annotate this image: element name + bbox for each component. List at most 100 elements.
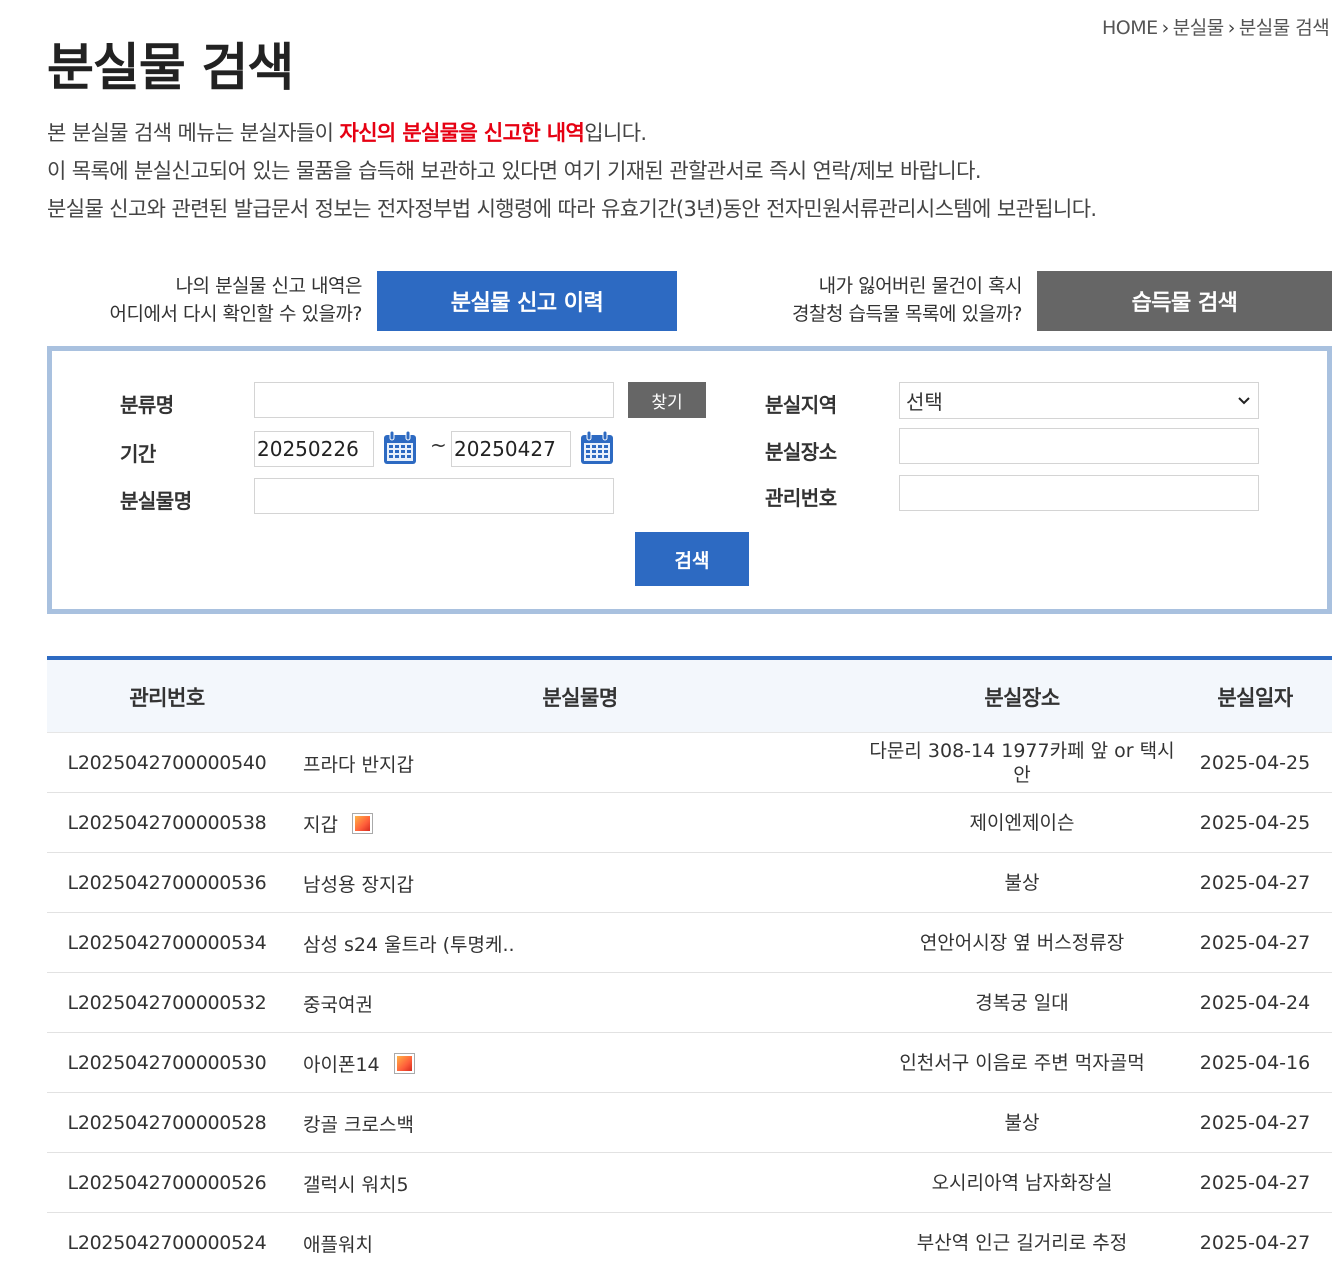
history-promo-line-1: 나의 분실물 신고 내역은 <box>175 275 363 297</box>
intro-line-1-prefix: 본 분실물 검색 메뉴는 분실자들이 <box>47 121 340 145</box>
cell-item-name-text[interactable]: 지갑 <box>303 810 338 837</box>
cell-item-name-text[interactable]: 애플워치 <box>303 1230 373 1257</box>
cell-date-text: 2025-04-16 <box>1199 1052 1311 1074</box>
cell-mgmt-no: L2025042700000538 <box>47 793 287 853</box>
cell-date-text: 2025-04-27 <box>1199 932 1311 954</box>
cell-place: 경복궁 일대 <box>867 973 1177 1033</box>
table-row[interactable]: L2025042700000524 애플워치 부산역 인근 길거리로 추정 2025-… <box>47 1213 1332 1268</box>
history-promo-text: 나의 분실물 신고 내역은 어디에서 다시 확인할 수 있을까? <box>110 272 363 328</box>
intro-line-1-suffix: 입니다. <box>584 121 647 145</box>
cell-item-name[interactable]: 남성용 장지갑 <box>303 853 863 913</box>
cell-date-text: 2025-04-27 <box>1199 1112 1311 1134</box>
table-row[interactable]: L2025042700000528 캉골 크로스백 불상 2025-04-27 <box>47 1093 1332 1153</box>
cell-place-text: 인천서구 이음로 주변 먹자골먹 <box>899 1052 1145 1074</box>
cell-mgmt-no-text: L2025042700000538 <box>67 812 267 834</box>
find-category-button[interactable]: 찾기 <box>628 382 706 418</box>
region-select[interactable]: 선택 <box>899 382 1259 419</box>
cell-place-text: 다문리 308-14 1977카페 앞 or 택시안 <box>869 740 1175 786</box>
breadcrumb-home[interactable]: HOME <box>1102 17 1158 39</box>
mgmt-no-label: 관리번호 <box>765 486 837 510</box>
cell-place-text: 오시리아역 남자화장실 <box>931 1172 1113 1194</box>
cell-mgmt-no: L2025042700000536 <box>47 853 287 913</box>
cell-item-name-text[interactable]: 남성용 장지갑 <box>303 870 414 897</box>
date-to-input[interactable]: 20250427 <box>451 431 571 467</box>
table-row[interactable]: L2025042700000526 갤럭시 워치5 오시리아역 남자화장실 2025-… <box>47 1153 1332 1213</box>
search-button[interactable]: 검색 <box>635 532 749 586</box>
header-item-name: 분실물명 <box>542 685 618 710</box>
cell-date-text: 2025-04-25 <box>1199 752 1311 774</box>
cell-mgmt-no-text: L2025042700000526 <box>67 1172 267 1194</box>
cell-item-name[interactable]: 갤럭시 워치5 <box>303 1153 863 1213</box>
period-label: 기간 <box>120 442 156 466</box>
place-input[interactable] <box>899 428 1259 464</box>
table-row[interactable]: L2025042700000530 아이폰14 인천서구 이음로 주변 먹자골먹 20… <box>47 1033 1332 1093</box>
place-label: 분실장소 <box>765 440 837 464</box>
cell-date-text: 2025-04-27 <box>1199 1232 1311 1254</box>
table-row[interactable]: L2025042700000538 지갑 제이엔제이슨 2025-04-25 <box>47 793 1332 853</box>
intro-text: 본 분실물 검색 메뉴는 분실자들이 자신의 분실물을 신고한 내역입니다. 이… <box>47 114 1097 228</box>
cell-item-name[interactable]: 지갑 <box>303 793 863 853</box>
image-icon-fill <box>396 1055 412 1071</box>
breadcrumb-level2[interactable]: 분실물 검색 <box>1239 17 1330 39</box>
cell-item-name[interactable]: 아이폰14 <box>303 1033 863 1093</box>
found-promo-text: 내가 잃어버린 물건이 혹시 경찰청 습득물 목록에 있을까? <box>792 272 1022 328</box>
cell-mgmt-no-text: L2025042700000528 <box>67 1112 267 1134</box>
cell-mgmt-no: L2025042700000528 <box>47 1093 287 1153</box>
category-input[interactable] <box>254 382 614 418</box>
cell-date-text: 2025-04-27 <box>1199 872 1311 894</box>
cell-date: 2025-04-24 <box>1185 973 1325 1033</box>
table-row[interactable]: L2025042700000536 남성용 장지갑 불상 2025-04-27 <box>47 853 1332 913</box>
table-header: 관리번호 분실물명 분실장소 분실일자 <box>47 660 1332 733</box>
cell-place: 연안어시장 옆 버스정류장 <box>867 913 1177 973</box>
table-row[interactable]: L2025042700000540 프라다 반지갑 다문리 308-14 1977카… <box>47 733 1332 793</box>
cell-item-name-text[interactable]: 삼성 s24 울트라 (투명케.. <box>303 930 515 957</box>
date-from-input[interactable]: 20250226 <box>254 431 374 467</box>
cell-date: 2025-04-27 <box>1185 1153 1325 1213</box>
intro-line-3: 분실물 신고와 관련된 발급문서 정보는 전자정부법 시행령에 따라 유효기간(… <box>47 197 1097 221</box>
header-mgmt-no: 관리번호 <box>129 685 205 710</box>
cell-place: 불상 <box>867 1093 1177 1153</box>
cell-item-name-text[interactable]: 캉골 크로스백 <box>303 1110 414 1137</box>
cell-date: 2025-04-27 <box>1185 853 1325 913</box>
item-name-input[interactable] <box>254 478 614 514</box>
cell-item-name-text[interactable]: 중국여권 <box>303 990 373 1017</box>
cell-place: 불상 <box>867 853 1177 913</box>
calendar-icon[interactable] <box>382 430 418 466</box>
found-item-search-button[interactable]: 습득물 검색 <box>1037 271 1332 331</box>
cell-item-name[interactable]: 프라다 반지갑 <box>303 733 863 793</box>
cell-mgmt-no: L2025042700000526 <box>47 1153 287 1213</box>
cell-item-name[interactable]: 중국여권 <box>303 973 863 1033</box>
chevron-down-icon <box>1238 396 1250 404</box>
mgmt-no-input[interactable] <box>899 475 1259 511</box>
search-form: 분류명 찾기 기간 20250226 ~ 20250427 분실물명 분실지역 … <box>47 346 1332 614</box>
lost-report-history-button[interactable]: 분실물 신고 이력 <box>377 271 677 331</box>
calendar-icon[interactable] <box>579 430 615 466</box>
found-promo: 내가 잃어버린 물건이 혹시 경찰청 습득물 목록에 있을까? 습득물 검색 <box>792 271 1332 331</box>
cell-item-name-text[interactable]: 갤럭시 워치5 <box>303 1170 409 1197</box>
cell-date: 2025-04-27 <box>1185 1213 1325 1268</box>
cell-item-name-text[interactable]: 아이폰14 <box>303 1050 380 1077</box>
cell-item-name[interactable]: 캉골 크로스백 <box>303 1093 863 1153</box>
item-name-label: 분실물명 <box>120 489 192 513</box>
cell-date-text: 2025-04-24 <box>1199 992 1311 1014</box>
cell-date: 2025-04-27 <box>1185 1093 1325 1153</box>
table-row[interactable]: L2025042700000534 삼성 s24 울트라 (투명케.. 연안어시장 … <box>47 913 1332 973</box>
cell-date: 2025-04-16 <box>1185 1033 1325 1093</box>
intro-line-2: 이 목록에 분실신고되어 있는 물품을 습득해 보관하고 있다면 여기 기재된 … <box>47 159 982 183</box>
cell-item-name-text[interactable]: 프라다 반지갑 <box>303 750 414 777</box>
table-row[interactable]: L2025042700000532 중국여권 경복궁 일대 2025-04-24 <box>47 973 1332 1033</box>
cell-date: 2025-04-25 <box>1185 733 1325 793</box>
results-table: 관리번호 분실물명 분실장소 분실일자 L2025042700000540 프라다… <box>47 656 1332 1268</box>
cell-mgmt-no: L2025042700000530 <box>47 1033 287 1093</box>
category-label: 분류명 <box>120 393 174 417</box>
cell-item-name[interactable]: 애플워치 <box>303 1213 863 1268</box>
breadcrumb-level1[interactable]: 분실물 <box>1173 17 1224 39</box>
cell-place: 부산역 인근 길거리로 추정 <box>867 1213 1177 1268</box>
region-label: 분실지역 <box>765 393 837 417</box>
cell-mgmt-no-text: L2025042700000536 <box>67 872 267 894</box>
date-separator: ~ <box>430 433 447 457</box>
cell-item-name[interactable]: 삼성 s24 울트라 (투명케.. <box>303 913 863 973</box>
page-title: 분실물 검색 <box>47 39 294 98</box>
found-promo-line-1: 내가 잃어버린 물건이 혹시 <box>818 275 1023 297</box>
image-icon <box>393 1052 415 1074</box>
